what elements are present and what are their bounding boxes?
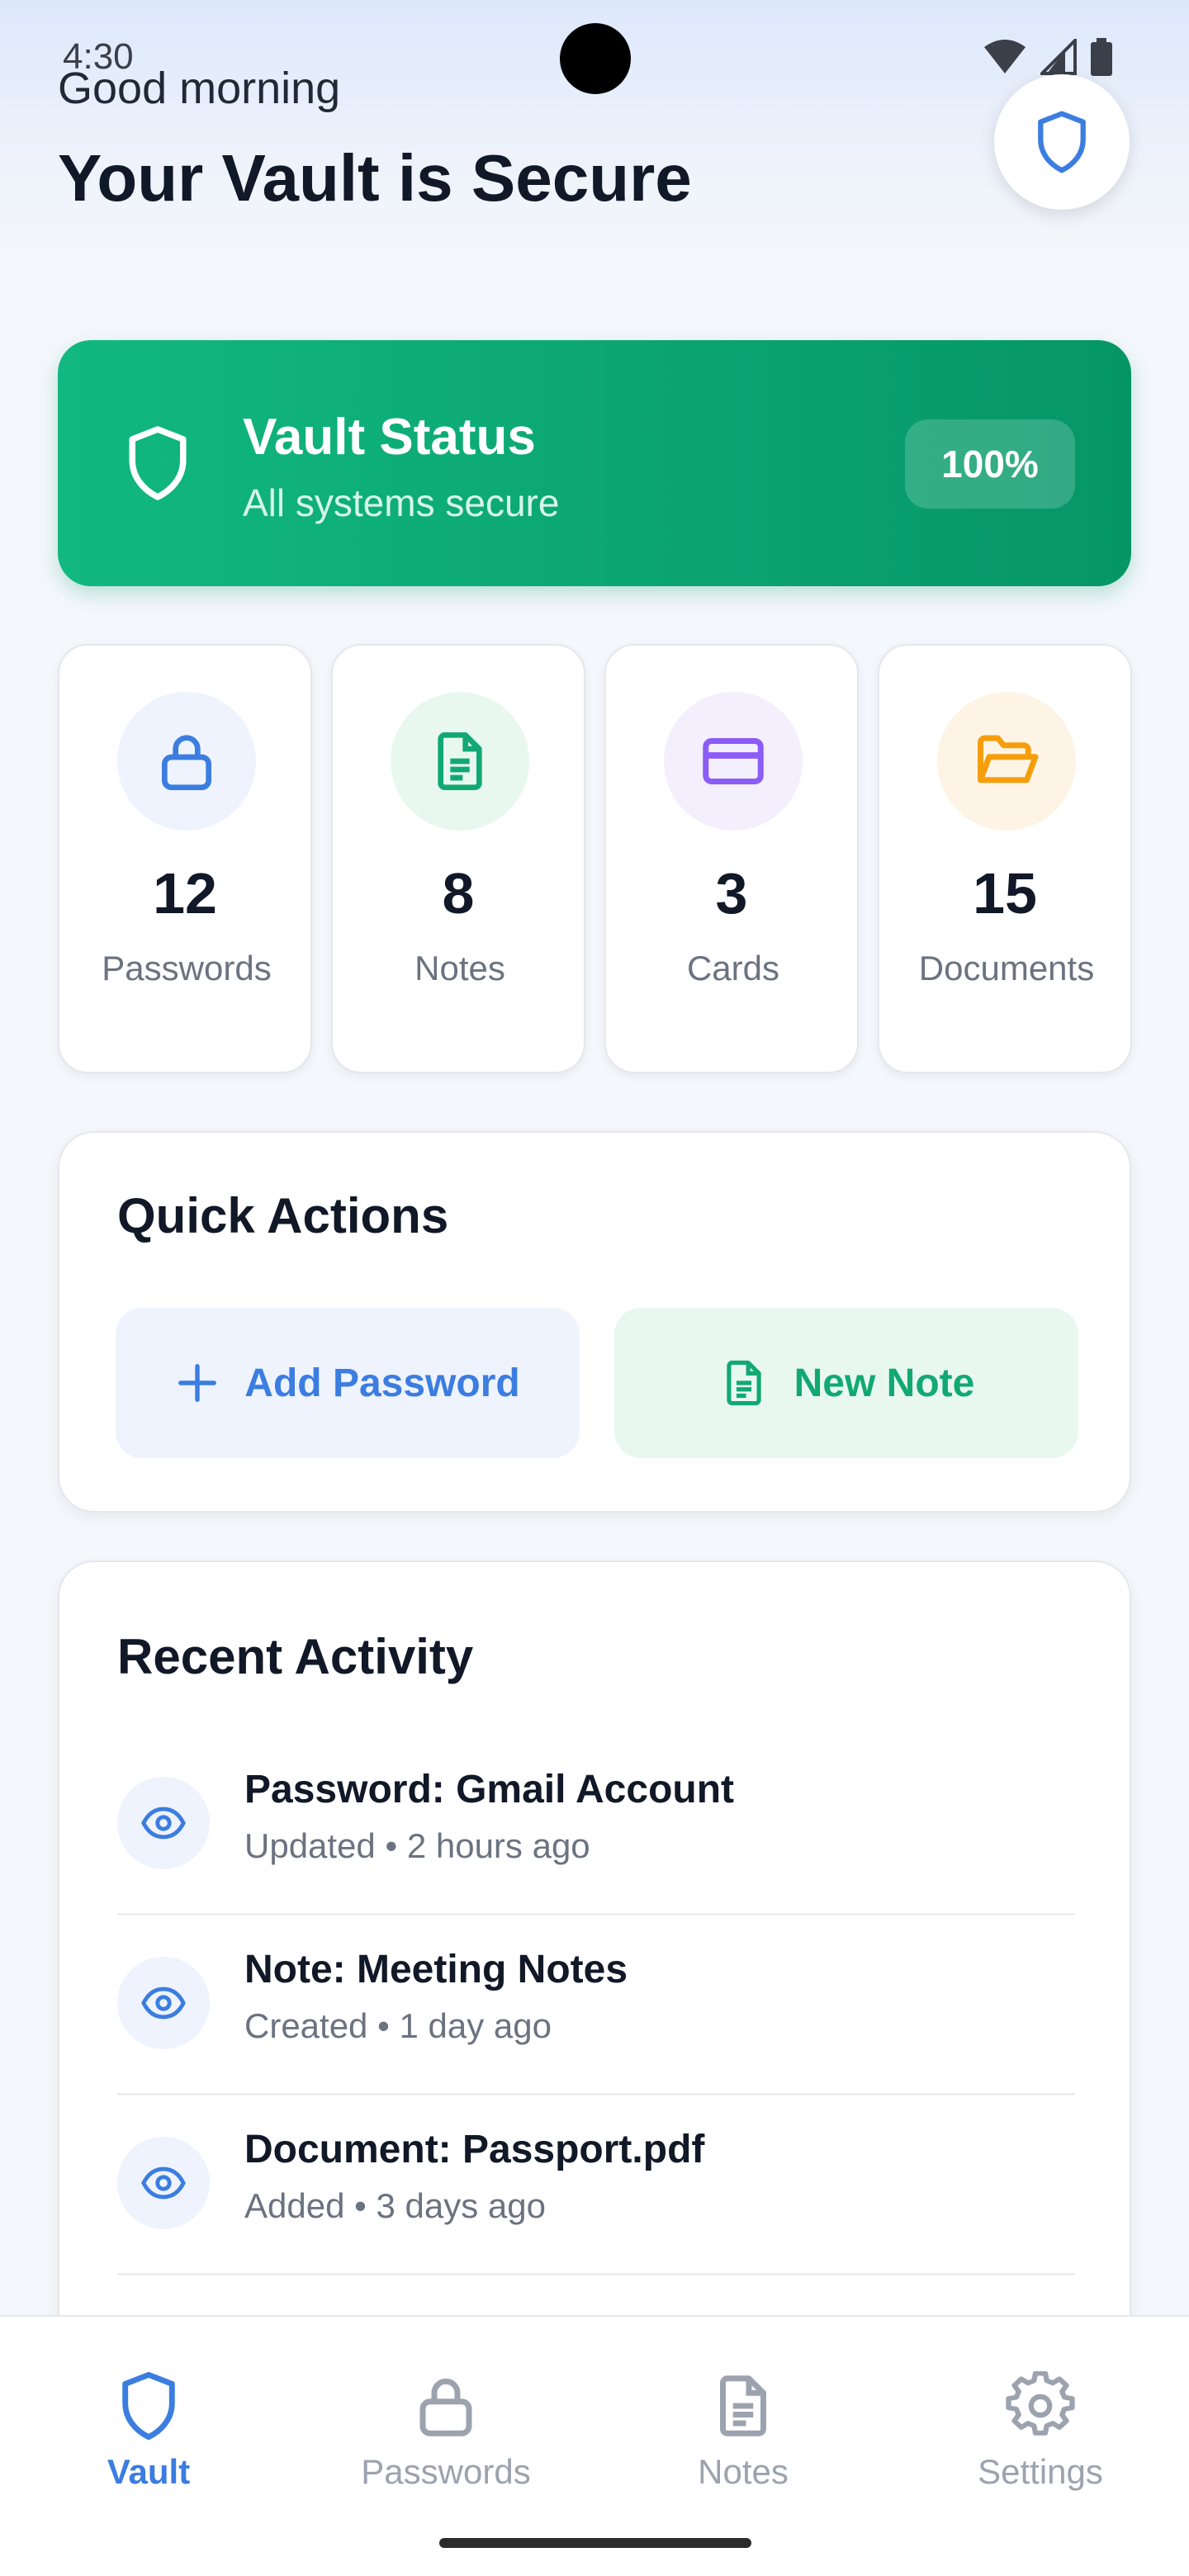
eye-icon bbox=[141, 2166, 186, 2200]
vault-status-card[interactable]: Vault Status All systems secure 100% bbox=[58, 340, 1131, 586]
eye-icon-circle bbox=[117, 1777, 210, 1869]
camera-cutout bbox=[560, 23, 631, 94]
plus-icon bbox=[178, 1364, 217, 1402]
shield-icon bbox=[1038, 111, 1086, 173]
lock-icon bbox=[419, 2378, 472, 2436]
vault-status-subtitle: All systems secure bbox=[243, 481, 560, 524]
stat-label: Passwords bbox=[102, 949, 272, 987]
nav-label: Notes bbox=[698, 2452, 789, 2491]
stat-label: Notes bbox=[414, 949, 505, 987]
stat-icon-circle bbox=[664, 692, 803, 831]
folder-icon bbox=[978, 735, 1039, 784]
lock-icon bbox=[162, 735, 211, 790]
document-icon bbox=[438, 732, 482, 790]
activity-title: Note: Meeting Notes bbox=[244, 1948, 628, 1991]
battery-icon bbox=[1091, 38, 1112, 76]
home-indicator[interactable] bbox=[439, 2538, 751, 2548]
new-note-label: New Note bbox=[793, 1361, 975, 1405]
document-icon bbox=[720, 2375, 766, 2436]
stat-count: 15 bbox=[973, 861, 1037, 926]
vault-status-title: Vault Status bbox=[243, 409, 536, 466]
stat-icon-circle bbox=[117, 692, 256, 831]
activity-item[interactable]: Note: Meeting Notes Created • 1 day ago bbox=[117, 1915, 1075, 2095]
stat-icon-circle bbox=[937, 692, 1076, 831]
stat-card-cards[interactable]: 3 Cards bbox=[604, 644, 859, 1073]
bottom-navigation: Vault Passwords Notes Settings bbox=[0, 2315, 1189, 2576]
eye-icon-circle bbox=[117, 1957, 210, 2049]
activity-item[interactable]: Document: Passport.pdf Added • 3 days ag… bbox=[117, 2095, 1075, 2275]
activity-title: Document: Passport.pdf bbox=[244, 2128, 705, 2171]
vault-status-percent-badge: 100% bbox=[905, 419, 1075, 509]
stat-count: 3 bbox=[715, 861, 748, 926]
security-shield-button[interactable] bbox=[994, 74, 1130, 210]
quick-actions-title: Quick Actions bbox=[117, 1188, 449, 1243]
nav-label: Passwords bbox=[361, 2452, 531, 2491]
eye-icon bbox=[141, 1986, 186, 2020]
new-note-button[interactable]: New Note bbox=[614, 1308, 1078, 1458]
stat-card-passwords[interactable]: 12 Passwords bbox=[58, 644, 312, 1073]
shield-icon bbox=[129, 426, 187, 500]
stat-label: Documents bbox=[918, 949, 1095, 987]
shield-icon bbox=[122, 2371, 175, 2441]
activity-title: Password: Gmail Account bbox=[244, 1768, 735, 1811]
stat-card-documents[interactable]: 15 Documents bbox=[878, 644, 1132, 1073]
stat-count: 12 bbox=[153, 861, 217, 926]
nav-item-settings[interactable]: Settings bbox=[917, 2366, 1164, 2492]
stat-icon-circle bbox=[391, 692, 529, 831]
eye-icon-circle bbox=[117, 2137, 210, 2229]
document-icon bbox=[726, 1360, 761, 1406]
activity-subtitle: Added • 3 days ago bbox=[244, 2186, 546, 2225]
stat-label: Cards bbox=[686, 949, 780, 987]
greeting-text: Good morning bbox=[58, 64, 341, 113]
wifi-icon bbox=[984, 40, 1026, 73]
activity-item[interactable]: Password: Gmail Account Updated • 2 hour… bbox=[117, 1735, 1075, 1915]
signal-icon bbox=[1040, 39, 1077, 75]
credit-card-icon bbox=[703, 738, 764, 784]
activity-subtitle: Created • 1 day ago bbox=[244, 2006, 552, 2045]
nav-item-notes[interactable]: Notes bbox=[619, 2366, 867, 2492]
quick-actions-card: Quick Actions Add Password New Note bbox=[58, 1131, 1131, 1513]
nav-label: Settings bbox=[978, 2452, 1103, 2491]
add-password-label: Add Password bbox=[244, 1361, 520, 1405]
nav-label: Vault bbox=[107, 2452, 191, 2491]
stat-count: 8 bbox=[442, 861, 475, 926]
add-password-button[interactable]: Add Password bbox=[116, 1308, 580, 1458]
status-icons bbox=[983, 38, 1113, 76]
eye-icon bbox=[141, 1807, 186, 1840]
recent-activity-card: Recent Activity Password: Gmail Account … bbox=[58, 1560, 1131, 2370]
page-title: Your Vault is Secure bbox=[58, 141, 692, 215]
nav-item-vault[interactable]: Vault bbox=[25, 2366, 272, 2492]
gear-icon bbox=[1006, 2371, 1075, 2436]
activity-subtitle: Updated • 2 hours ago bbox=[244, 1826, 590, 1865]
nav-item-passwords[interactable]: Passwords bbox=[322, 2366, 570, 2492]
recent-activity-title: Recent Activity bbox=[117, 1629, 474, 1684]
stat-card-notes[interactable]: 8 Notes bbox=[331, 644, 585, 1073]
